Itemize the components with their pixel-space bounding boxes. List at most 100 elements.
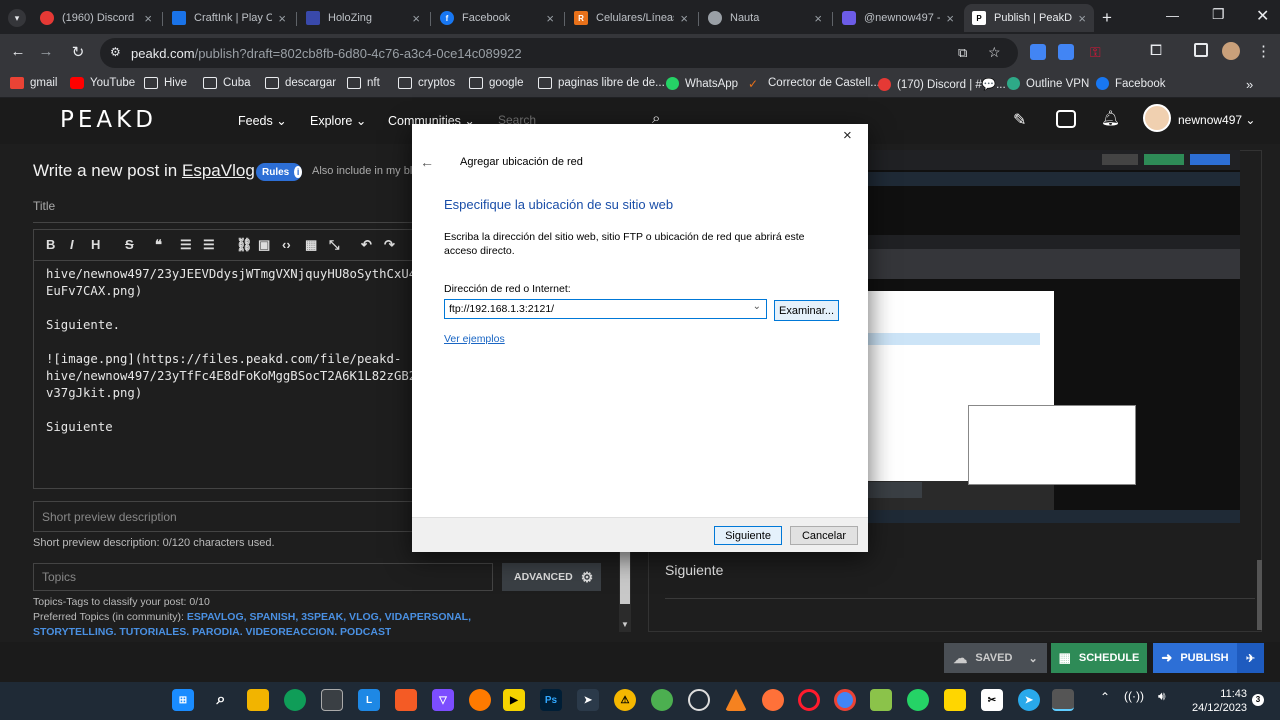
vpn-icon[interactable]: ▽ [432,689,454,711]
close-window-icon[interactable]: ✕ [1256,6,1269,26]
bookmark-folder-nft[interactable]: nft [347,77,380,89]
publish-button[interactable]: ➜ PUBLISH [1153,643,1237,673]
money-app-icon[interactable] [870,689,892,711]
bookmark-whatsapp[interactable]: WhatsApp [666,77,738,90]
redo-icon[interactable]: ↷ [384,237,395,253]
schedule-button[interactable]: ▦ SCHEDULE [1051,643,1147,673]
search-icon[interactable]: ⌕ [210,689,232,711]
obs-icon[interactable] [688,689,710,711]
close-icon[interactable]: × [1078,11,1086,26]
close-icon[interactable]: × [946,11,954,26]
telegram-icon[interactable]: ➤ [1018,689,1040,711]
quote-icon[interactable]: ❝ [155,237,162,253]
tab-discord[interactable]: (1960) Discord | × [32,4,160,32]
chat-icon[interactable] [1056,110,1076,128]
short-description-input[interactable]: Short preview description [33,501,413,532]
translate-icon[interactable] [1058,44,1074,60]
extension-icon[interactable] [1030,44,1046,60]
network-wizard-icon[interactable] [1052,689,1074,711]
close-icon[interactable]: × [144,11,152,26]
editor-content[interactable]: hive/newnow497/23yJEEVDdysjWTmgVXNjquyHU… [46,266,412,436]
bookmark-gmail[interactable]: gmail [10,77,57,89]
network-address-input[interactable]: ftp://192.168.1.3:2121/⌄ [444,299,767,319]
italic-icon[interactable]: I [70,237,74,252]
snipping-icon[interactable]: ✂ [981,689,1003,711]
unordered-list-icon[interactable]: ☰ [203,237,215,253]
menu-kebab-icon[interactable]: ⋮ [1256,42,1271,60]
rules-button[interactable]: Rules i [256,163,302,181]
notes-icon[interactable] [944,689,966,711]
code-icon[interactable]: ‹› [282,237,291,252]
close-icon[interactable]: × [546,11,554,26]
bookmark-facebook[interactable]: Facebook [1096,77,1166,90]
edge-icon[interactable] [284,689,306,711]
pencil-icon[interactable]: ✎ [1013,110,1026,130]
clock[interactable]: 11:43 24/12/2023 [1192,687,1247,715]
wifi-icon[interactable]: ((·)) [1124,689,1144,703]
notification-badge[interactable]: 3 [1252,694,1264,706]
community-select[interactable]: EspaVlog [182,161,255,180]
tab-search-icon[interactable]: ▾ [8,9,26,27]
bookmark-folder-cuba[interactable]: Cuba [203,77,251,89]
opera-icon[interactable] [798,689,820,711]
next-button[interactable]: Siguiente [714,526,782,545]
ordered-list-icon[interactable]: ☰ [180,237,192,253]
bell-icon[interactable]: 🔔︎ [1101,109,1120,127]
tab-facebook[interactable]: f Facebook × [432,4,562,32]
install-app-icon[interactable]: ⧉ [958,45,967,61]
link-icon[interactable]: ⛓ [236,237,253,253]
more-bookmarks-icon[interactable]: » [1246,77,1253,92]
tab-celulares[interactable]: R Celulares/Líneas × [566,4,696,32]
close-icon[interactable]: × [278,11,286,26]
sidepanel-icon[interactable] [1194,43,1208,57]
bold-icon[interactable]: B [46,237,55,252]
brave-icon[interactable] [395,689,417,711]
extensions-puzzle-icon[interactable]: ⧠ [1150,42,1162,59]
examples-link[interactable]: Ver ejemplos [444,333,505,345]
app-arrow-icon[interactable]: ➤ [577,689,599,711]
windows-start-icon[interactable]: ⊞ [172,689,194,711]
bookmark-star-icon[interactable]: ☆ [988,44,1001,61]
forward-icon[interactable]: → [36,43,56,60]
bookmark-discord[interactable]: (170) Discord | #💬... [878,77,1006,91]
tab-hive-profile[interactable]: @newnow497 - × [834,4,962,32]
rocket-icon[interactable]: ✈ [1237,643,1264,673]
globe-app-icon[interactable] [651,689,673,711]
reload-icon[interactable]: ↻ [68,43,88,61]
volume-icon[interactable]: 🔊︎ [1158,689,1166,704]
preferred-topics-links[interactable]: ESPAVLOG, SPANISH, 3SPEAK, VLOG, VIDAPER… [187,611,471,623]
topics-input[interactable]: Topics [33,563,493,591]
close-icon[interactable]: × [680,11,688,26]
scroll-down-icon[interactable]: ▼ [621,620,629,629]
peakd-logo[interactable]: PEAKD [60,107,157,133]
maximize-icon[interactable]: ❐ [1212,6,1225,23]
bookmark-folder-descargar[interactable]: descargar [265,77,336,89]
bookmark-outline-vpn[interactable]: Outline VPN [1007,77,1089,90]
browse-button[interactable]: Examinar... [774,300,839,321]
preferred-topics-links-2[interactable]: STORYTELLING, TUTORIALES, PARODIA, VIDEO… [33,626,391,635]
nav-explore[interactable]: Explore ⌄ [310,113,366,128]
clear-format-icon[interactable]: ⤡ [329,237,339,253]
firefox-icon[interactable] [762,689,784,711]
nav-feeds[interactable]: Feeds ⌄ [238,113,287,128]
avatar[interactable] [1143,104,1171,132]
bookmark-folder-hive[interactable]: Hive [144,77,187,89]
image-icon[interactable]: ▣ [258,237,270,253]
tab-holozing[interactable]: HoloZing × [298,4,428,32]
advanced-button[interactable]: ADVANCED ⚙ [502,563,601,591]
table-icon[interactable]: ▦ [305,237,317,253]
warning-app-icon[interactable]: ⚠ [614,689,636,711]
undo-icon[interactable]: ↶ [361,237,372,253]
back-arrow-icon[interactable]: ← [420,154,434,170]
cancel-button[interactable]: Cancelar [790,526,858,545]
search-app-icon[interactable] [469,689,491,711]
tab-nauta[interactable]: Nauta × [700,4,830,32]
back-icon[interactable]: ← [8,43,28,60]
address-bar[interactable]: ⚙ peakd.com/publish?draft=802cb8fb-6d80-… [100,38,1018,68]
site-info-icon[interactable]: ⚙ [110,45,121,59]
chrome-icon[interactable] [834,689,856,711]
bookmark-corrector[interactable]: ✓ Corrector de Castell... [748,77,880,91]
strikethrough-icon[interactable]: S [125,237,134,252]
bookmark-folder-google[interactable]: google [469,77,524,89]
tab-peakd-publish[interactable]: P Publish | PeakD × [964,4,1094,32]
